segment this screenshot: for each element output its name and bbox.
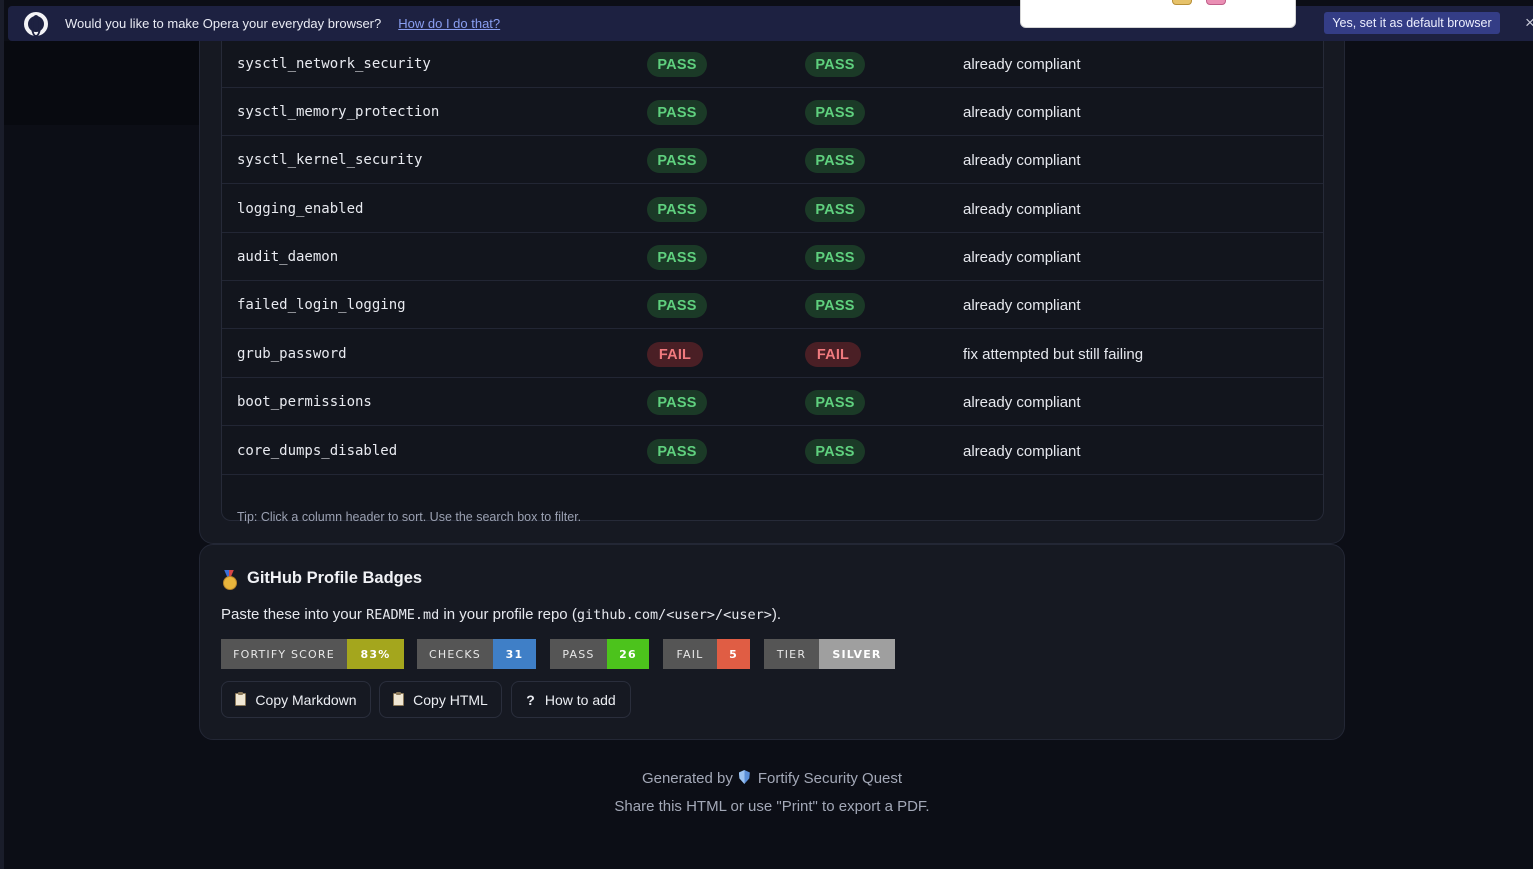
result-note: already compliant <box>963 103 1081 121</box>
status-badge-before: PASS <box>647 245 707 270</box>
status-badge-after: PASS <box>805 148 865 173</box>
opera-bar-message: Would you like to make Opera your everyd… <box>65 16 382 31</box>
desc-text: Paste these into your <box>221 606 367 623</box>
table-row: failed_login_logging PASS PASS already comp… <box>222 281 1323 329</box>
status-badge-before: PASS <box>647 390 707 415</box>
clipboard-icon <box>393 692 405 706</box>
results-table: sysctl_network_security PASS PASS already c… <box>221 40 1324 524</box>
table-row: grub_password FAIL FAIL fix attempted but s… <box>222 330 1323 378</box>
badge-value: 5 <box>717 639 750 669</box>
status-badge-before: PASS <box>647 100 707 125</box>
table-row: audit_daemon PASS PASS already compliant <box>222 233 1323 281</box>
how-to-link[interactable]: How do I do that? <box>398 16 500 31</box>
badge-checks[interactable]: CHECKS 31 <box>417 639 536 669</box>
badge-tier[interactable]: TIER SILVER <box>764 639 895 669</box>
opera-logo-icon <box>24 11 48 37</box>
window-edge <box>0 0 4 869</box>
status-badge-after: PASS <box>805 439 865 464</box>
product-name: Fortify Security Quest <box>757 770 903 787</box>
check-name: grub_password <box>237 346 347 362</box>
status-badge-before: PASS <box>647 293 707 318</box>
badge-label: CHECKS <box>417 639 493 669</box>
check-name: sysctl_kernel_security <box>237 152 423 168</box>
status-badge-after: PASS <box>805 197 865 222</box>
badge-label: PASS <box>550 639 607 669</box>
copy-html-button[interactable]: Copy HTML <box>379 681 502 718</box>
status-badge-before: PASS <box>647 439 707 464</box>
badge-label: TIER <box>764 639 819 669</box>
check-name: sysctl_memory_protection <box>237 104 440 120</box>
badge-value: 83% <box>347 639 404 669</box>
generated-by-text: Generated by <box>641 770 733 787</box>
table-tip: Tip: Click a column header to sort. Use … <box>237 510 582 524</box>
badge-label: FAIL <box>663 639 717 669</box>
close-icon[interactable]: × <box>1520 12 1533 34</box>
footer-generated: Generated by Fortify Security Quest <box>0 770 1533 787</box>
badges-description: Paste these into your README.md in your … <box>221 606 781 623</box>
table-row: sysctl_memory_protection PASS PASS already … <box>222 88 1323 136</box>
check-name: logging_enabled <box>237 201 364 217</box>
button-label: Copy HTML <box>413 691 488 708</box>
button-label: How to add <box>544 691 616 708</box>
popup-swatch-icon <box>1206 0 1226 5</box>
background-panel <box>4 41 199 125</box>
popup-swatch-icon <box>1172 0 1192 5</box>
badges-title: GitHub Profile Badges <box>247 569 423 587</box>
clipboard-icon <box>235 692 247 706</box>
badge-pass[interactable]: PASS 26 <box>550 639 649 669</box>
table-row: boot_permissions PASS PASS already complian… <box>222 378 1323 426</box>
status-badge-after: PASS <box>805 293 865 318</box>
status-badge-after: PASS <box>805 245 865 270</box>
medal-icon <box>222 570 237 590</box>
opera-default-browser-bar: Would you like to make Opera your everyd… <box>8 6 1533 41</box>
results-card: sysctl_network_security PASS PASS already c… <box>199 20 1345 544</box>
status-badge-before: PASS <box>647 52 707 77</box>
result-note: already compliant <box>963 151 1081 169</box>
check-name: failed_login_logging <box>237 297 406 313</box>
status-badge-after: PASS <box>805 390 865 415</box>
result-note: already compliant <box>963 200 1081 218</box>
check-name: audit_daemon <box>237 249 339 265</box>
result-note: already compliant <box>963 442 1081 460</box>
badge-value: 26 <box>607 639 649 669</box>
footer-share: Share this HTML or use "Print" to export… <box>614 798 930 815</box>
check-name: boot_permissions <box>237 394 372 410</box>
how-to-add-button[interactable]: ? How to add <box>511 681 631 718</box>
status-badge-before: PASS <box>647 197 707 222</box>
result-note: fix attempted but still failing <box>963 345 1144 363</box>
status-badge-after: FAIL <box>805 342 861 367</box>
table-row: logging_enabled PASS PASS already compliant <box>222 185 1323 233</box>
table-row: core_dumps_disabled PASS PASS already compl… <box>222 427 1323 475</box>
set-default-browser-button[interactable]: Yes, set it as default browser <box>1324 12 1500 34</box>
table-row: sysctl_kernel_security PASS PASS already co… <box>222 136 1323 184</box>
readme-filename: README.md <box>366 607 440 623</box>
extension-popup <box>1020 0 1296 28</box>
question-icon: ? <box>526 691 535 708</box>
badge-fail[interactable]: FAIL 5 <box>663 639 750 669</box>
result-note: already compliant <box>963 248 1081 266</box>
copy-markdown-button[interactable]: Copy Markdown <box>221 681 371 718</box>
result-note: already compliant <box>963 296 1081 314</box>
check-name: sysctl_network_security <box>237 56 431 72</box>
status-badge-after: PASS <box>805 100 865 125</box>
result-note: already compliant <box>963 55 1081 73</box>
table-row: sysctl_network_security PASS PASS already c… <box>222 40 1323 88</box>
desc-text: ). <box>771 606 782 623</box>
status-badge-before: FAIL <box>647 342 703 367</box>
status-badge-before: PASS <box>647 148 707 173</box>
check-name: core_dumps_disabled <box>237 443 398 459</box>
shield-icon <box>738 770 750 784</box>
badges-heading: GitHub Profile Badges <box>222 569 423 590</box>
button-label: Copy Markdown <box>255 691 357 708</box>
badge-fortify-score[interactable]: FORTIFY SCORE 83% <box>221 639 404 669</box>
badge-value: SILVER <box>819 639 895 669</box>
desc-text: in your profile repo ( <box>439 606 577 623</box>
badges-card: GitHub Profile Badges Paste these into y… <box>199 544 1345 740</box>
badge-label: FORTIFY SCORE <box>221 639 347 669</box>
badge-value: 31 <box>493 639 536 669</box>
repo-path: github.com/<user>/<user> <box>576 607 772 623</box>
result-note: already compliant <box>963 393 1081 411</box>
status-badge-after: PASS <box>805 52 865 77</box>
